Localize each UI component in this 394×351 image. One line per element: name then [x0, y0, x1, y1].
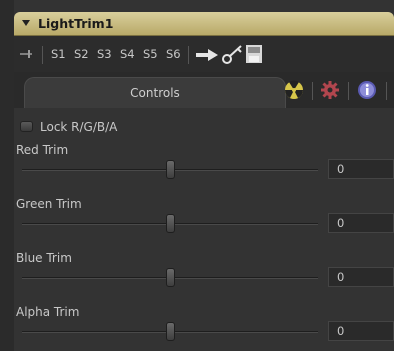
slot-button-s5[interactable]: S5	[140, 45, 161, 65]
lock-rgba-checkbox[interactable]	[20, 121, 33, 132]
tab-controls[interactable]: Controls	[24, 77, 286, 108]
tab-divider	[386, 82, 387, 100]
controls-content: Lock R/G/B/A Red Trim 0 Green Trim 0 Blu…	[14, 108, 394, 351]
key-icon[interactable]	[221, 44, 243, 66]
slot-button-s6[interactable]: S6	[163, 45, 184, 65]
slot-button-s3[interactable]: S3	[94, 45, 115, 65]
green-trim-value-field[interactable]: 0	[328, 213, 394, 233]
toolbar-divider	[188, 46, 189, 64]
green-trim-control: Green Trim 0	[14, 197, 394, 251]
alpha-trim-label: Alpha Trim	[16, 305, 80, 319]
red-trim-control: Red Trim 0	[14, 143, 394, 197]
red-trim-value-field[interactable]: 0	[328, 159, 394, 179]
save-icon[interactable]	[246, 45, 262, 63]
pin-icon[interactable]	[20, 49, 34, 59]
blue-trim-value-field[interactable]: 0	[328, 267, 394, 287]
tab-bar: Controls	[14, 72, 394, 108]
alpha-trim-control: Alpha Trim 0	[14, 305, 394, 351]
slot-button-s4[interactable]: S4	[117, 45, 138, 65]
green-trim-slider-thumb[interactable]	[165, 214, 175, 233]
alpha-trim-value-field[interactable]: 0	[328, 321, 394, 341]
alpha-trim-slider-thumb[interactable]	[165, 322, 175, 341]
info-icon[interactable]	[357, 80, 377, 100]
tab-divider	[348, 82, 349, 100]
node-header[interactable]: LightTrim1	[14, 12, 394, 36]
gear-icon[interactable]	[320, 80, 340, 100]
collapse-arrow-icon[interactable]	[22, 20, 30, 26]
blue-trim-label: Blue Trim	[16, 251, 72, 265]
node-title: LightTrim1	[38, 16, 114, 31]
toolbar-divider	[42, 46, 43, 64]
slot-button-s2[interactable]: S2	[71, 45, 92, 65]
blue-trim-control: Blue Trim 0	[14, 251, 394, 305]
tab-divider	[312, 82, 313, 100]
lock-rgba-label: Lock R/G/B/A	[40, 120, 118, 134]
blue-trim-slider-thumb[interactable]	[165, 268, 175, 287]
toolbar: S1 S2 S3 S4 S5 S6	[14, 36, 394, 72]
slot-button-s1[interactable]: S1	[48, 45, 69, 65]
red-trim-slider-thumb[interactable]	[165, 160, 175, 179]
right-arrow-icon[interactable]	[196, 48, 220, 62]
green-trim-label: Green Trim	[16, 197, 82, 211]
red-trim-label: Red Trim	[16, 143, 69, 157]
radioactive-icon[interactable]	[284, 80, 304, 100]
